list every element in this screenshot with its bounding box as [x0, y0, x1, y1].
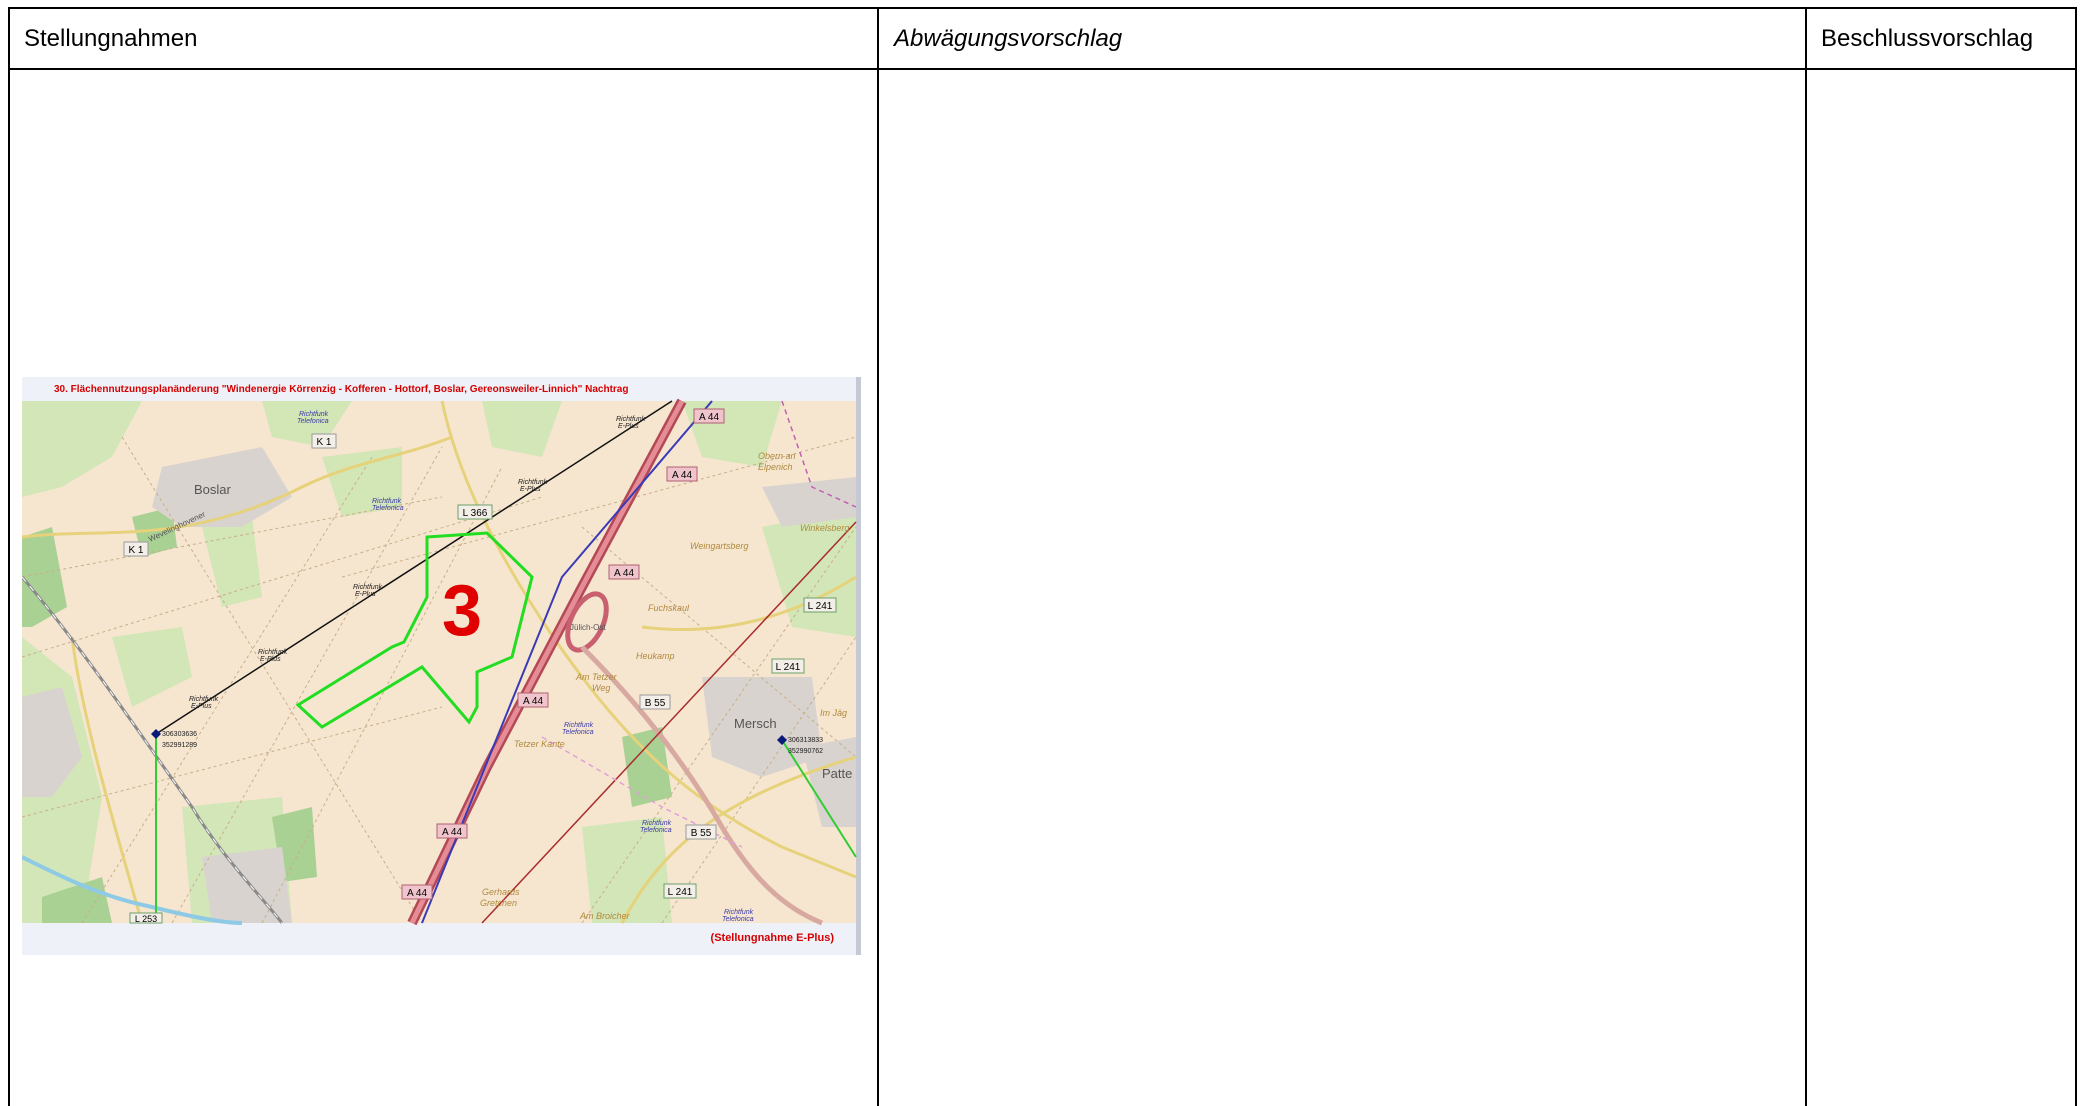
point-label: 306303636: [162, 731, 197, 738]
place-label: Boslar: [194, 482, 232, 497]
field-label: Tetzer Kante: [514, 739, 565, 749]
place-label: Jülich-Ost: [570, 623, 606, 632]
road-shield: A 44: [693, 408, 725, 424]
column-divider: [877, 9, 879, 1106]
link-label-telefonica: RichtfunkTelefonica: [722, 909, 754, 923]
road-shield: B 55: [685, 824, 717, 840]
svg-text:Richtfunk: Richtfunk: [189, 696, 219, 703]
link-label-telefonica: RichtfunkTelefonica: [640, 820, 672, 834]
link-label-telefonica: RichtfunkTelefonica: [562, 722, 594, 736]
svg-text:Telefonica: Telefonica: [722, 916, 754, 923]
svg-text:Richtfunk: Richtfunk: [372, 498, 402, 505]
road-shield: K 1: [123, 541, 149, 557]
svg-text:A 44: A 44: [407, 888, 427, 899]
point-label: 352990762: [788, 748, 823, 755]
column-divider: [1805, 9, 1807, 1106]
area-number: 3: [442, 571, 482, 651]
svg-text:E-Plus: E-Plus: [355, 591, 376, 598]
point-label: 352991289: [162, 742, 197, 749]
header-stellungnahmen: Stellungnahmen: [24, 24, 198, 52]
field-label: Gretchen: [480, 898, 517, 908]
road-shield: L 366: [457, 504, 493, 520]
svg-text:E-Plus: E-Plus: [260, 656, 281, 663]
place-label: Mersch: [734, 716, 777, 731]
svg-text:Telefonica: Telefonica: [297, 418, 329, 425]
field-label: Gerhards: [482, 887, 520, 897]
link-label-telefonica: RichtfunkTelefonica: [372, 498, 404, 512]
svg-text:Richtfunk: Richtfunk: [518, 479, 548, 486]
road-shield: B 55: [639, 694, 671, 710]
svg-text:Richtfunk: Richtfunk: [616, 416, 646, 423]
field-label: Weg: [592, 683, 610, 693]
field-label: Am Broicher: [579, 911, 631, 921]
svg-text:Richtfunk: Richtfunk: [642, 820, 672, 827]
field-label: Weingartsberg: [690, 541, 748, 551]
point-label: 306313833: [788, 737, 823, 744]
field-label: Elpenich: [758, 462, 793, 472]
road-shield: K 1: [311, 433, 337, 449]
svg-text:A 44: A 44: [672, 470, 692, 481]
svg-text:Telefonica: Telefonica: [372, 505, 404, 512]
road-shield: A 44: [666, 466, 698, 482]
svg-text:Richtfunk: Richtfunk: [299, 411, 329, 418]
field-label: Heukamp: [636, 651, 675, 661]
svg-text:A 44: A 44: [614, 568, 634, 579]
field-label: Am Tetzer: [575, 672, 618, 682]
header-abwaegungsvorschlag: Abwägungsvorschlag: [894, 24, 1123, 52]
header-beschlussvorschlag: Beschlussvorschlag: [1821, 24, 2034, 52]
map-body: K 1 K 1 L 366 A 44 A 44 A 44 A 44 A 44 A…: [22, 398, 857, 926]
land-use-map-figure: K 1 K 1 L 366 A 44 A 44 A 44 A 44 A 44 A…: [22, 377, 861, 955]
road-shield: A 44: [436, 823, 468, 839]
header-divider: [10, 68, 2075, 70]
svg-text:Richtfunk: Richtfunk: [564, 722, 594, 729]
link-label-telefonica: RichtfunkTelefonica: [297, 411, 329, 425]
svg-text:L 241: L 241: [668, 887, 693, 898]
svg-text:A 44: A 44: [699, 412, 719, 423]
svg-text:L 241: L 241: [808, 601, 833, 612]
field-label: Winkelsberg: [800, 523, 849, 533]
svg-text:Richtfunk: Richtfunk: [353, 584, 383, 591]
svg-text:B 55: B 55: [645, 698, 666, 709]
svg-text:Telefonica: Telefonica: [562, 729, 594, 736]
svg-text:K 1: K 1: [316, 437, 331, 448]
road-shield: L 241: [771, 658, 805, 674]
svg-text:Richtfunk: Richtfunk: [724, 909, 754, 916]
field-label: Fuchskaul: [648, 603, 690, 613]
road-shield: L 253: [129, 912, 163, 924]
road-shield: A 44: [401, 884, 433, 900]
map-title: 30. Flächennutzungsplanänderung "Windene…: [54, 384, 628, 395]
road-shield: L 241: [663, 883, 697, 899]
road-shield: A 44: [608, 564, 640, 580]
svg-text:L 241: L 241: [776, 662, 801, 673]
place-label: Patte: [822, 766, 852, 781]
field-label: Im Jäg: [820, 708, 847, 718]
svg-text:A 44: A 44: [442, 827, 462, 838]
svg-text:Telefonica: Telefonica: [640, 827, 672, 834]
svg-text:Richtfunk: Richtfunk: [258, 649, 288, 656]
svg-text:B 55: B 55: [691, 828, 712, 839]
svg-text:E-Plus: E-Plus: [191, 703, 212, 710]
road-shield: A 44: [517, 692, 549, 708]
svg-text:E-Plus: E-Plus: [520, 486, 541, 493]
map-caption: (Stellungnahme E-Plus): [711, 932, 835, 944]
svg-text:L 366: L 366: [463, 508, 488, 519]
svg-text:E-Plus: E-Plus: [618, 423, 639, 430]
svg-text:K 1: K 1: [128, 545, 143, 556]
svg-text:A 44: A 44: [523, 696, 543, 707]
field-label: Obern an: [758, 451, 796, 461]
road-shield: L 241: [803, 597, 837, 613]
svg-text:L 253: L 253: [135, 914, 157, 924]
